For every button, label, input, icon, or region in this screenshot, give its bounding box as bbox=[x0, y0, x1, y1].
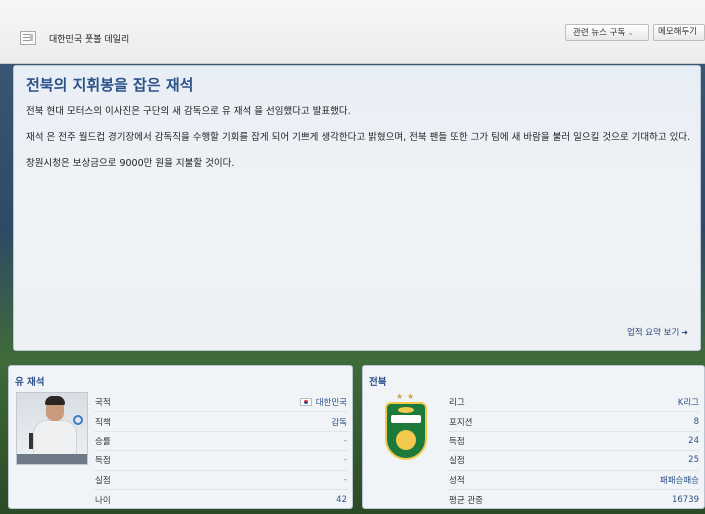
club-goals-for-value: 24 bbox=[688, 435, 699, 446]
article-paragraph: 창원시청은 보상금으로 9000만 원을 지불할 것이다. bbox=[26, 158, 235, 169]
chevron-down-icon: ⌄ bbox=[627, 28, 635, 37]
info-row-average-attendance: 평균 관중 16739 bbox=[449, 494, 699, 506]
club-info-panel: 전북 ★ ★ 리그 K리그 포지션 8 득점 24 실점 25 성적 패패승패승 bbox=[362, 365, 705, 509]
club-crest[interactable]: ★ ★ bbox=[383, 392, 429, 464]
nationality-value: 대한민국 bbox=[315, 398, 347, 409]
news-header: 대한민국 풋볼 데일리 관련 뉴스 구독 ⌄ 메모해두기 bbox=[0, 0, 705, 64]
info-row-goals-against: 실점 - bbox=[94, 471, 348, 490]
achievements-summary-link[interactable]: 업적 요약 보기 ➜ bbox=[627, 326, 688, 338]
club-name[interactable]: 전북 bbox=[369, 374, 386, 388]
memo-label: 메모해두기 bbox=[658, 27, 698, 37]
league-value[interactable]: K리그 bbox=[678, 396, 699, 408]
article-paragraph: 재석 은 전주 월드컵 경기장에서 감독직을 수행할 기회를 잡게 되어 기쁘게… bbox=[26, 132, 691, 143]
club-goals-against-value: 25 bbox=[688, 455, 699, 466]
info-row-win-rate: 승률 - bbox=[94, 432, 348, 452]
position-value: 감독 bbox=[331, 417, 347, 428]
manager-name[interactable]: 유 재석 bbox=[15, 374, 45, 388]
manager-photo bbox=[16, 392, 88, 465]
info-row-position: 직책 감독 bbox=[94, 412, 348, 432]
article-body: 전북 현대 모터스의 이사진은 구단의 새 감독으로 유 재석 을 선임했다고 … bbox=[26, 105, 691, 183]
form-value: 패패승패승 bbox=[659, 475, 699, 486]
info-row-goals-against: 실점 25 bbox=[448, 451, 700, 471]
goals-for-value: - bbox=[343, 455, 347, 466]
arrow-right-icon: ➜ bbox=[681, 328, 688, 337]
info-row-form: 성적 패패승패승 bbox=[448, 471, 700, 490]
manager-info-panel: 유 재석 국적 대한민국 직책 감독 승률 - 득점 - 실점 - 나이 42 bbox=[8, 365, 353, 509]
info-row-nationality: 국적 대한민국 bbox=[94, 393, 348, 413]
average-attendance-value: 16739 bbox=[671, 494, 699, 505]
article-paragraph: 전북 현대 모터스의 이사진은 구단의 새 감독으로 유 재석 을 선임했다고 … bbox=[26, 106, 351, 117]
memo-button[interactable]: 메모해두기 bbox=[653, 24, 705, 41]
info-row-league: 리그 K리그 bbox=[448, 393, 700, 413]
article-title: 전북의 지휘봉을 잡은 재석 bbox=[26, 76, 194, 94]
info-row-goals-for: 득점 - bbox=[94, 451, 348, 471]
south-korea-flag-icon bbox=[299, 398, 312, 407]
related-news-subscribe-button[interactable]: 관련 뉴스 구독 ⌄ bbox=[565, 24, 649, 41]
news-article: 전북의 지휘봉을 잡은 재석 전북 현대 모터스의 이사진은 구단의 새 감독으… bbox=[13, 65, 701, 351]
info-row-age: 나이 42 bbox=[95, 494, 347, 506]
manager-info-table: 국적 대한민국 직책 감독 승률 - 득점 - 실점 - 나이 42 bbox=[94, 393, 348, 508]
achievements-link-label: 업적 요약 보기 bbox=[626, 328, 680, 338]
goals-against-value: - bbox=[343, 474, 347, 485]
star-icon: ★ bbox=[407, 392, 415, 401]
league-position-value: 8 bbox=[693, 416, 699, 427]
win-rate-value: - bbox=[343, 435, 347, 446]
related-news-label: 관련 뉴스 구독 bbox=[573, 28, 626, 38]
news-source-name: 대한민국 풋볼 데일리 bbox=[49, 35, 130, 45]
newspaper-icon bbox=[20, 31, 36, 45]
info-row-goals-for: 득점 24 bbox=[448, 432, 700, 452]
club-info-table: 리그 K리그 포지션 8 득점 24 실점 25 성적 패패승패승 평균 관중 … bbox=[448, 393, 700, 508]
star-icon: ★ bbox=[396, 392, 404, 401]
age-value: 42 bbox=[336, 494, 347, 505]
info-row-league-position: 포지션 8 bbox=[448, 412, 700, 432]
